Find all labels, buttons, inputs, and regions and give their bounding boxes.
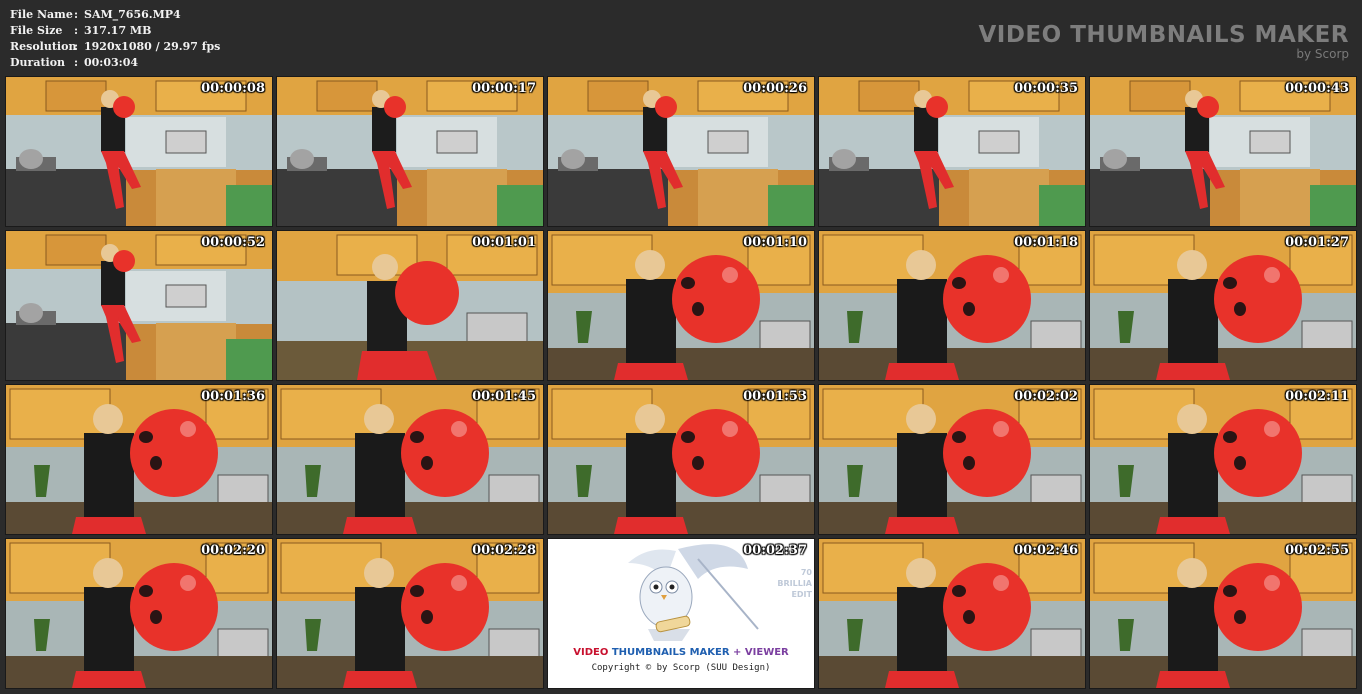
thumbnail-grid: 00:00:08 00:00:17 00:00:26 00:00:35 00:0… xyxy=(5,76,1357,689)
info-value-file-name: SAM_7656.MP4 xyxy=(84,8,181,21)
thumbnail-13[interactable]: 00:01:53 xyxy=(547,384,815,535)
thumbnail-4[interactable]: 00:00:35 xyxy=(818,76,1086,227)
logo-product-word-3: + VIEWER xyxy=(729,647,789,658)
video-frame-image xyxy=(277,77,543,226)
video-frame-image xyxy=(1090,539,1356,688)
info-row-duration: Duration:00:03:04 xyxy=(10,55,220,71)
logo-side-line-1: BRILLIA xyxy=(777,579,812,588)
video-frame-image xyxy=(6,231,272,380)
thumbnail-1[interactable]: 00:00:08 xyxy=(5,76,273,227)
video-frame-image xyxy=(6,385,272,534)
thumbnail-18[interactable]: 70 BRILLIA EDIT VIDEO THUMBNAILS MAKER + VI… xyxy=(547,538,815,689)
video-frame-image xyxy=(6,77,272,226)
thumbnail-timestamp: 00:01:10 xyxy=(743,235,807,250)
thumbnail-timestamp: 00:00:52 xyxy=(201,235,265,250)
thumbnail-timestamp: 00:02:55 xyxy=(1285,543,1349,558)
thumbnail-timestamp: 00:02:11 xyxy=(1285,389,1349,404)
thumbnail-17[interactable]: 00:02:28 xyxy=(276,538,544,689)
thumbnail-8[interactable]: 00:01:10 xyxy=(547,230,815,381)
video-frame-image xyxy=(819,77,1085,226)
thumbnail-timestamp: 00:01:27 xyxy=(1285,235,1349,250)
logo-copyright: Copyright © by Scorp (SUU Design) xyxy=(591,663,771,673)
info-sep: : xyxy=(74,56,79,69)
thumbnail-timestamp: 00:01:18 xyxy=(1014,235,1078,250)
video-frame-image xyxy=(277,385,543,534)
video-frame-image xyxy=(277,539,543,688)
thumbnail-timestamp: 00:02:37 xyxy=(743,543,807,558)
info-value-duration: 00:03:04 xyxy=(84,56,139,69)
info-key: Resolution xyxy=(10,40,77,53)
thumbnail-timestamp: 00:00:35 xyxy=(1014,81,1078,96)
info-row-resolution: Resolution:1920x1080 / 29.97 fps xyxy=(10,39,220,55)
video-frame-image xyxy=(819,385,1085,534)
thumbnail-2[interactable]: 00:00:17 xyxy=(276,76,544,227)
info-key: File Size xyxy=(10,24,63,37)
thumbnail-timestamp: 00:01:36 xyxy=(201,389,265,404)
video-frame-image xyxy=(819,539,1085,688)
thumbnail-19[interactable]: 00:02:46 xyxy=(818,538,1086,689)
thumbnail-timestamp: 00:00:43 xyxy=(1285,81,1349,96)
logo-side-number: 70 xyxy=(800,568,812,577)
info-sep: : xyxy=(74,24,79,37)
thumbnail-timestamp: 00:01:45 xyxy=(472,389,536,404)
info-key: Duration xyxy=(10,56,66,69)
video-frame-image xyxy=(1090,385,1356,534)
logo-side-line-2: EDIT xyxy=(791,590,812,599)
video-frame-image xyxy=(1090,77,1356,226)
thumbnail-7[interactable]: 00:01:01 xyxy=(276,230,544,381)
video-frame-image xyxy=(548,231,814,380)
thumbnail-timestamp: 00:00:26 xyxy=(743,81,807,96)
thumbnail-14[interactable]: 00:02:02 xyxy=(818,384,1086,535)
info-row-file-name: File Name: SAM_7656.MP4 xyxy=(10,7,220,23)
thumbnail-timestamp: 00:00:08 xyxy=(201,81,265,96)
info-key: File Name xyxy=(10,8,73,21)
thumbnail-timestamp: 00:02:46 xyxy=(1014,543,1078,558)
logo-product-word-2: THUMBNAILS MAKER xyxy=(611,647,730,658)
thumbnail-9[interactable]: 00:01:18 xyxy=(818,230,1086,381)
info-sep: : xyxy=(74,40,79,53)
thumbnail-timestamp: 00:02:02 xyxy=(1014,389,1078,404)
file-info-panel: File Name: SAM_7656.MP4 File Size:317.17 … xyxy=(10,7,220,71)
info-row-file-size: File Size:317.17 MB xyxy=(10,23,220,39)
logo-side-text: 70 BRILLIA EDIT xyxy=(777,567,812,600)
thumbnail-timestamp: 00:02:20 xyxy=(201,543,265,558)
thumbnail-12[interactable]: 00:01:45 xyxy=(276,384,544,535)
video-frame-image xyxy=(6,539,272,688)
thumbnail-timestamp: 00:01:53 xyxy=(743,389,807,404)
video-frame-image xyxy=(277,231,543,380)
thumbnail-timestamp: 00:01:01 xyxy=(472,235,536,250)
logo-product-word-1: VIDEO xyxy=(573,647,612,658)
thumbnail-3[interactable]: 00:00:26 xyxy=(547,76,815,227)
info-value-resolution: 1920x1080 / 29.97 fps xyxy=(84,40,221,53)
thumbnail-20[interactable]: 00:02:55 xyxy=(1089,538,1357,689)
thumbnail-6[interactable]: 00:00:52 xyxy=(5,230,273,381)
logo-product-name: VIDEO THUMBNAILS MAKER + VIEWER xyxy=(548,647,814,658)
video-frame-image xyxy=(548,385,814,534)
brand-title: VIDEO THUMBNAILS MAKER xyxy=(978,22,1349,48)
thumbnail-11[interactable]: 00:01:36 xyxy=(5,384,273,535)
info-value-file-size: 317.17 MB xyxy=(84,24,152,37)
thumbnail-10[interactable]: 00:01:27 xyxy=(1089,230,1357,381)
info-sep: : xyxy=(74,8,79,21)
brand-watermark: VIDEO THUMBNAILS MAKER by Scorp xyxy=(978,22,1349,61)
thumbnail-5[interactable]: 00:00:43 xyxy=(1089,76,1357,227)
thumbnail-timestamp: 00:02:28 xyxy=(472,543,536,558)
video-frame-image xyxy=(819,231,1085,380)
thumbnail-16[interactable]: 00:02:20 xyxy=(5,538,273,689)
brand-subtitle: by Scorp xyxy=(1296,47,1349,61)
video-frame-image xyxy=(1090,231,1356,380)
thumbnail-timestamp: 00:00:17 xyxy=(472,81,536,96)
thumbnail-15[interactable]: 00:02:11 xyxy=(1089,384,1357,535)
video-frame-image xyxy=(548,77,814,226)
